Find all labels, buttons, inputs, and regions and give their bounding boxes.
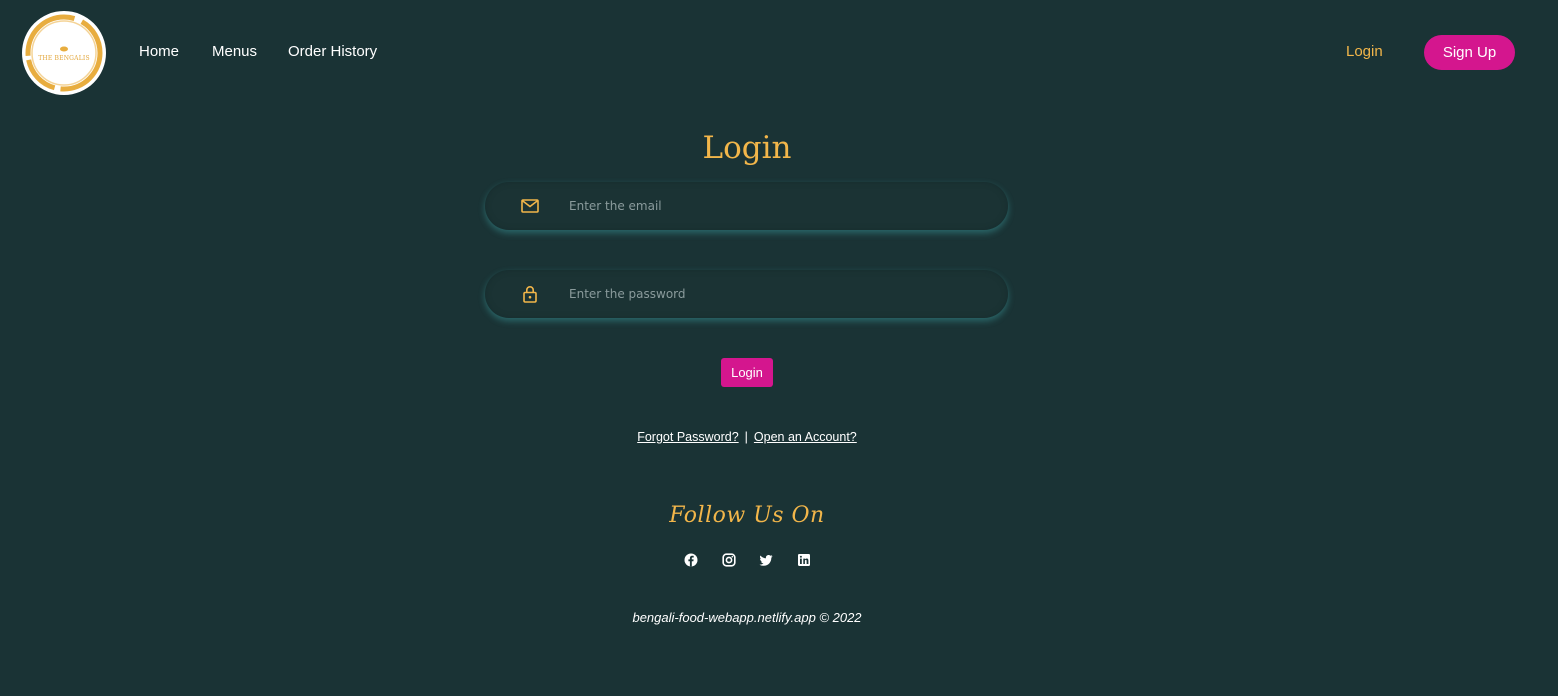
- brand-logo[interactable]: THE BENGALIS: [22, 11, 106, 95]
- password-input[interactable]: [569, 270, 989, 318]
- forgot-password-link[interactable]: Forgot Password?: [637, 430, 738, 444]
- email-field[interactable]: [485, 182, 1008, 230]
- open-account-link[interactable]: Open an Account?: [754, 430, 857, 444]
- signup-button[interactable]: Sign Up: [1424, 35, 1515, 70]
- nav-item-home[interactable]: Home: [139, 43, 179, 60]
- email-input[interactable]: [569, 182, 989, 230]
- twitter-icon[interactable]: [759, 553, 773, 567]
- social-links: [684, 553, 816, 569]
- password-field[interactable]: [485, 270, 1008, 318]
- nav-item-order-history[interactable]: Order History: [288, 43, 377, 60]
- mail-icon: [520, 196, 540, 216]
- page-title: Login: [702, 130, 792, 166]
- copyright-text: bengali-food-webapp.netlify.app © 2022: [632, 610, 862, 625]
- instagram-icon[interactable]: [722, 553, 736, 567]
- linkedin-icon[interactable]: [797, 553, 811, 567]
- facebook-icon[interactable]: [684, 553, 698, 567]
- account-links: Forgot Password? | Open an Account?: [0, 430, 1494, 444]
- links-separator: |: [744, 430, 748, 444]
- logo-text: THE BENGALIS: [38, 54, 90, 62]
- follow-us-title: Follow Us On: [669, 503, 825, 528]
- lock-icon: [520, 284, 540, 304]
- logo-ring-icon: [25, 14, 103, 92]
- nav-item-menus[interactable]: Menus: [212, 43, 257, 60]
- login-submit-button[interactable]: Login: [721, 358, 773, 387]
- header-login-link[interactable]: Login: [1346, 43, 1383, 60]
